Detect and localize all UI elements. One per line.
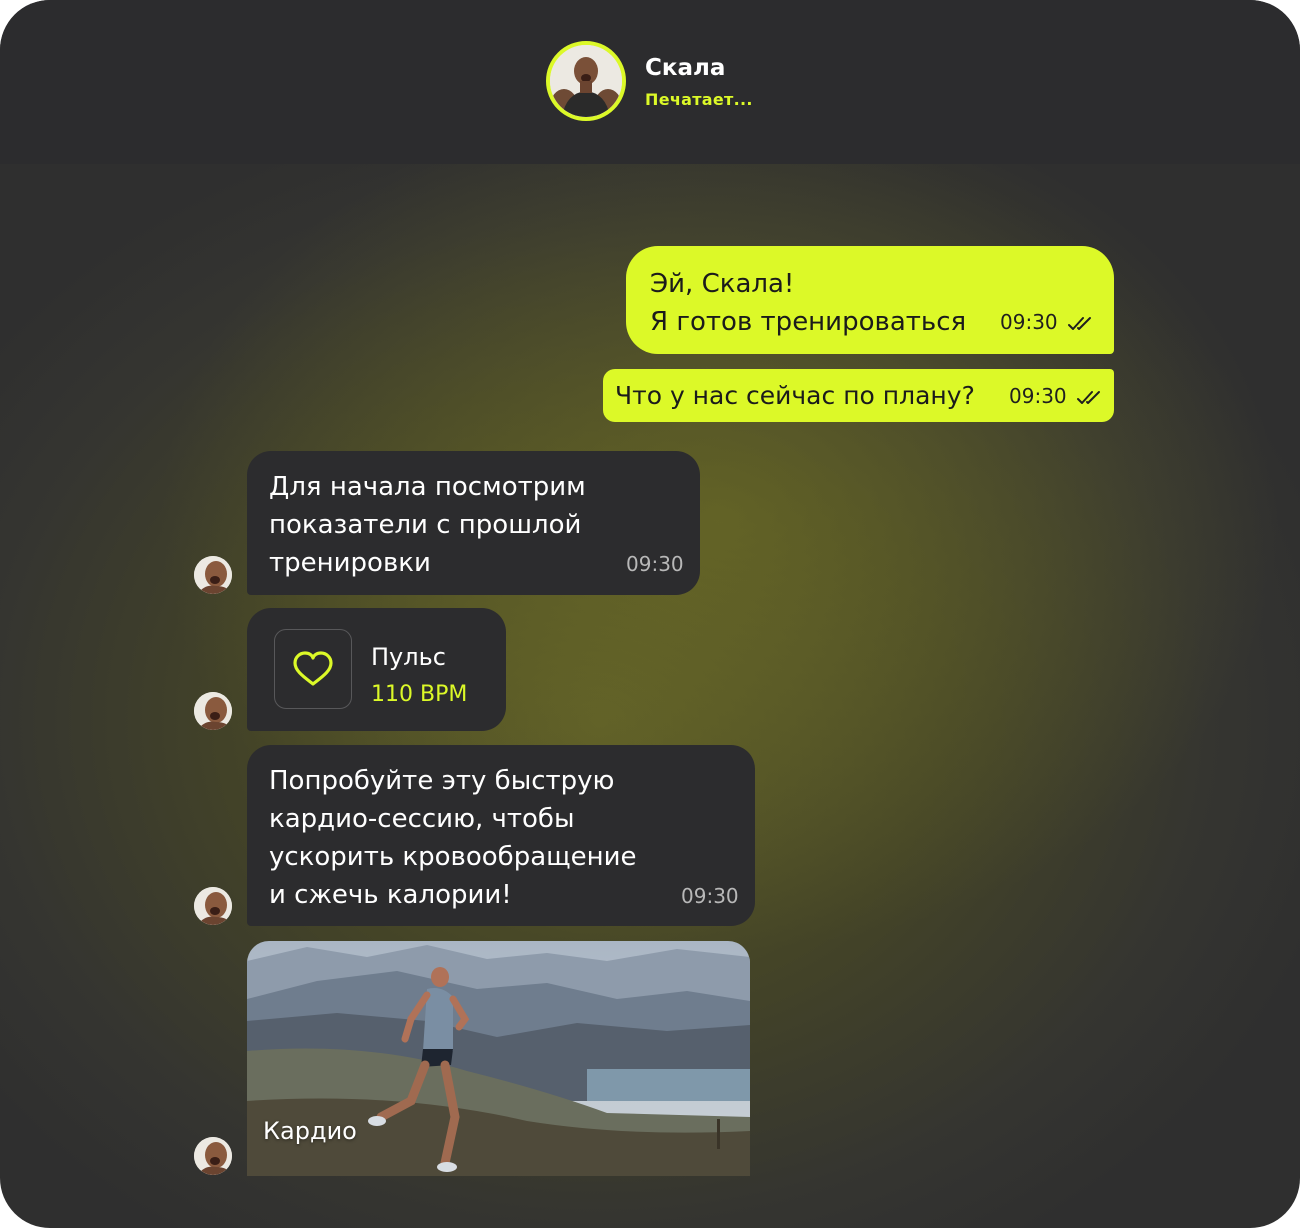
message-line: кардио-сессию, чтобы (269, 804, 575, 834)
message-line: Для начала посмотрим (269, 472, 586, 502)
message-line: Эй, Скала! (650, 269, 795, 299)
time-label: 09:30 (1000, 310, 1058, 334)
incoming-message[interactable]: Попробуйте эту быструю кардио-сессию, чт… (247, 745, 755, 926)
message-line: Попробуйте эту быструю (269, 766, 615, 796)
sender-avatar[interactable] (194, 887, 232, 925)
message-line: ускорить кровообращение (269, 842, 637, 872)
time-label: 09:30 (1009, 384, 1067, 408)
photo-caption: Кардио (263, 1117, 357, 1145)
message-time: 09:30 (1000, 310, 1094, 334)
pulse-value: 110 BPM (371, 682, 468, 707)
heart-icon (292, 650, 333, 686)
avatar-portrait (194, 887, 232, 925)
outgoing-message[interactable]: Эй, Скала! Я готов тренироваться 09:30 (626, 246, 1114, 354)
chat-window: Скала Печатает... Эй, Скала! Я готов тре… (0, 0, 1300, 1228)
double-check-icon (1077, 390, 1100, 404)
photo-message[interactable]: Кардио (247, 941, 750, 1176)
pulse-icon-box (274, 629, 352, 709)
sender-avatar[interactable] (194, 1137, 232, 1175)
message-text: Что у нас сейчас по плану? (615, 381, 975, 410)
contact-name: Скала (645, 55, 726, 81)
avatar-portrait (194, 692, 232, 730)
pulse-card[interactable]: Пульс 110 BPM (247, 608, 506, 731)
contact-avatar[interactable] (546, 41, 626, 121)
message-time: 09:30 (681, 884, 739, 908)
sender-avatar[interactable] (194, 556, 232, 594)
chat-header: Скала Печатает... (0, 0, 1300, 164)
message-time: 09:30 (626, 552, 684, 576)
avatar-portrait (550, 45, 622, 117)
avatar-portrait (194, 1137, 232, 1175)
pulse-title: Пульс (371, 643, 446, 671)
sender-avatar[interactable] (194, 692, 232, 730)
avatar-portrait (194, 556, 232, 594)
message-time: 09:30 (1009, 384, 1103, 408)
double-check-icon (1068, 316, 1091, 330)
outgoing-message[interactable]: Что у нас сейчас по плану? 09:30 (603, 369, 1114, 422)
message-line: Я готов тренироваться (650, 307, 967, 337)
message-line: показатели с прошлой (269, 510, 582, 540)
typing-status: Печатает... (645, 90, 753, 109)
message-line: и сжечь калории! (269, 880, 512, 910)
message-line: тренировки (269, 548, 431, 578)
incoming-message[interactable]: Для начала посмотрим показатели с прошло… (247, 451, 700, 595)
